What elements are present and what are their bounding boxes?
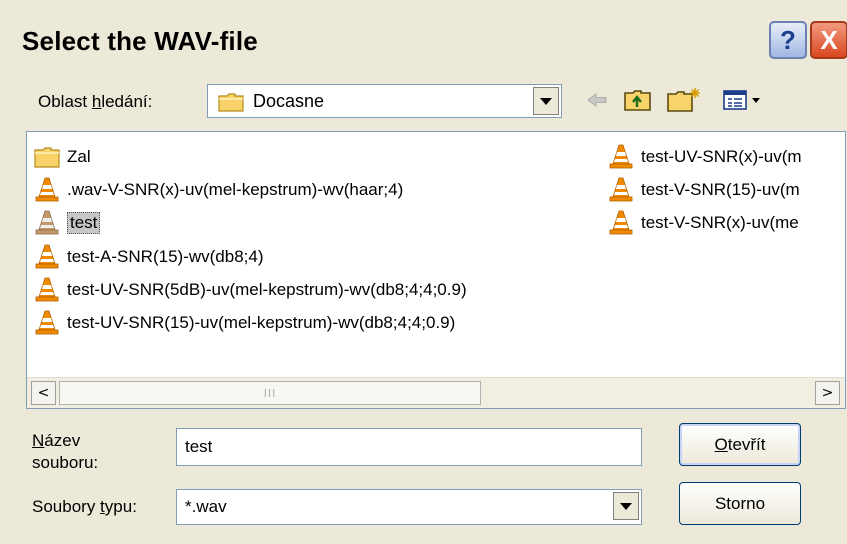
- help-icon: ?: [780, 24, 796, 55]
- file-name-input[interactable]: [176, 428, 642, 466]
- file-name: test-UV-SNR(15)-uv(mel-kepstrum)-wv(db8;…: [67, 313, 456, 332]
- look-in-combo[interactable]: Docasne: [207, 84, 562, 118]
- up-folder-button[interactable]: [622, 88, 654, 112]
- view-menu-button[interactable]: [722, 88, 762, 112]
- close-button[interactable]: X: [810, 21, 847, 59]
- list-item[interactable]: test-A-SNR(15)-wv(db8;4): [33, 242, 264, 272]
- list-item[interactable]: test-V-SNR(15)-uv(m: [607, 175, 800, 205]
- file-name: test: [67, 212, 101, 234]
- title-bar: Select the WAV-file ? X: [0, 0, 847, 78]
- vlc-icon: [609, 210, 633, 235]
- open-button[interactable]: Otevřít: [679, 423, 801, 466]
- up-folder-icon: [624, 90, 651, 111]
- file-type-label: Soubory typu:: [32, 497, 137, 516]
- folder-icon: [218, 93, 244, 112]
- vlc-icon: [35, 277, 59, 302]
- view-menu-icon: [723, 90, 760, 110]
- horizontal-scrollbar[interactable]: < III >: [27, 377, 845, 408]
- look-in-label: Oblast hledání:: [38, 92, 153, 111]
- file-name: Zal: [67, 147, 91, 166]
- file-name: test-V-SNR(x)-uv(me: [641, 213, 799, 232]
- vlc-icon: [609, 144, 633, 169]
- list-item-selected[interactable]: test: [33, 208, 101, 238]
- file-type-value: *.wav: [185, 497, 227, 516]
- chevron-right-icon: >: [821, 385, 834, 401]
- folder-icon: [34, 147, 60, 168]
- chevron-down-icon: [540, 97, 552, 105]
- list-item[interactable]: test-V-SNR(x)-uv(me: [607, 208, 799, 238]
- file-name: .wav-V-SNR(x)-uv(mel-kepstrum)-wv(haar;4…: [67, 180, 404, 199]
- file-name-label: Název souboru:: [32, 431, 99, 472]
- chevron-down-icon: [620, 502, 632, 510]
- grip-icon: III: [263, 386, 277, 400]
- dialog-title: Select the WAV-file: [22, 26, 258, 56]
- new-folder-button[interactable]: [666, 88, 702, 112]
- file-type-combo[interactable]: *.wav: [176, 489, 642, 525]
- list-item[interactable]: test-UV-SNR(15)-uv(mel-kepstrum)-wv(db8;…: [33, 308, 455, 338]
- file-name: test-UV-SNR(x)-uv(m: [641, 147, 802, 166]
- file-name: test-UV-SNR(5dB)-uv(mel-kepstrum)-wv(db8…: [67, 280, 467, 299]
- close-icon: X: [820, 24, 838, 55]
- file-name: test-V-SNR(15)-uv(m: [641, 180, 800, 199]
- scroll-thumb[interactable]: III: [59, 381, 481, 405]
- new-folder-icon: [667, 88, 700, 112]
- file-name: test-A-SNR(15)-wv(db8;4): [67, 247, 264, 266]
- list-item-folder[interactable]: Zal: [33, 142, 91, 172]
- file-type-dropdown-button[interactable]: [613, 492, 639, 520]
- look-in-dropdown-button[interactable]: [533, 87, 559, 115]
- chevron-left-icon: <: [37, 385, 50, 401]
- look-in-value: Docasne: [253, 91, 325, 111]
- back-arrow-icon: [587, 93, 607, 107]
- vlc-icon: [35, 210, 59, 235]
- help-button[interactable]: ?: [769, 21, 807, 59]
- scroll-right-button[interactable]: >: [815, 381, 840, 405]
- vlc-icon: [609, 177, 633, 202]
- list-item[interactable]: .wav-V-SNR(x)-uv(mel-kepstrum)-wv(haar;4…: [33, 175, 403, 205]
- file-list[interactable]: Zal .wav-V-SNR(x)-uv(mel-kepstrum)-wv(ha…: [26, 131, 846, 409]
- list-item[interactable]: test-UV-SNR(5dB)-uv(mel-kepstrum)-wv(db8…: [33, 275, 467, 305]
- vlc-icon: [35, 177, 59, 202]
- back-button[interactable]: [584, 88, 610, 112]
- scroll-left-button[interactable]: <: [31, 381, 56, 405]
- vlc-icon: [35, 244, 59, 269]
- cancel-button[interactable]: Storno: [679, 482, 801, 525]
- list-item[interactable]: test-UV-SNR(x)-uv(m: [607, 142, 802, 172]
- vlc-icon: [35, 310, 59, 335]
